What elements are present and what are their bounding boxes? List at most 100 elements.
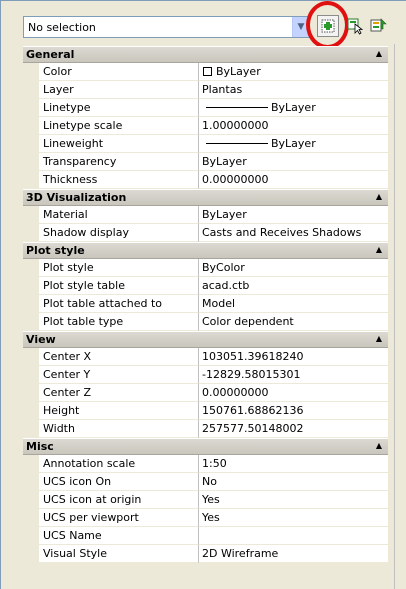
row-gutter bbox=[23, 313, 39, 331]
property-name: Layer bbox=[39, 81, 199, 99]
property-row[interactable]: Material ByLayer bbox=[23, 206, 388, 224]
property-value-text: Yes bbox=[202, 511, 220, 524]
property-value[interactable]: Plantas bbox=[199, 81, 388, 99]
property-value-text: ByLayer bbox=[202, 155, 247, 168]
property-value[interactable]: 1:50 bbox=[199, 455, 388, 473]
property-name: UCS Name bbox=[39, 527, 199, 545]
property-row[interactable]: Transparency ByLayer bbox=[23, 153, 388, 171]
row-gutter bbox=[23, 99, 39, 117]
section-header[interactable]: Misc ▲ bbox=[23, 438, 388, 455]
section-title: Plot style bbox=[26, 244, 85, 257]
property-row[interactable]: Plot style ByColor bbox=[23, 259, 388, 277]
property-value[interactable]: Casts and Receives Shadows bbox=[199, 224, 388, 242]
toggle-pickadd-button[interactable] bbox=[368, 15, 390, 37]
property-value-text: 103051.39618240 bbox=[202, 350, 304, 363]
property-name: Plot table attached to bbox=[39, 295, 199, 313]
row-gutter bbox=[23, 81, 39, 99]
property-value[interactable]: ByLayer bbox=[199, 99, 388, 117]
property-row[interactable]: UCS Name bbox=[23, 527, 388, 545]
property-value[interactable]: 0.00000000 bbox=[199, 384, 388, 402]
property-row[interactable]: Width 257577.50148002 bbox=[23, 420, 388, 438]
property-value-text: ByLayer bbox=[271, 137, 316, 150]
property-row[interactable]: UCS per viewport Yes bbox=[23, 509, 388, 527]
collapse-arrow-icon[interactable]: ▲ bbox=[376, 441, 382, 450]
section-general: General ▲ Color ByLayer Layer Plantas Linetype… bbox=[23, 46, 388, 189]
property-row[interactable]: Plot table attached to Model bbox=[23, 295, 388, 313]
property-value[interactable]: 0.00000000 bbox=[199, 171, 388, 189]
section-header[interactable]: General ▲ bbox=[23, 46, 388, 63]
property-row[interactable]: Linetype ByLayer bbox=[23, 99, 388, 117]
property-value[interactable]: Yes bbox=[199, 491, 388, 509]
property-row[interactable]: Linetype scale 1.00000000 bbox=[23, 117, 388, 135]
property-row[interactable]: Center Z 0.00000000 bbox=[23, 384, 388, 402]
collapse-arrow-icon[interactable]: ▲ bbox=[376, 192, 382, 201]
property-name: Center X bbox=[39, 348, 199, 366]
property-value-text: 1:50 bbox=[202, 457, 227, 470]
property-name: Thickness bbox=[39, 171, 199, 189]
property-value[interactable]: -12829.58015301 bbox=[199, 366, 388, 384]
section-3d-visualization: 3D Visualization ▲ Material ByLayer Shadow d… bbox=[23, 189, 388, 242]
property-value[interactable]: ByLayer bbox=[199, 153, 388, 171]
selection-dropdown[interactable]: No selection ▼ bbox=[23, 16, 310, 38]
row-gutter bbox=[23, 509, 39, 527]
property-name: Linetype bbox=[39, 99, 199, 117]
collapse-arrow-icon[interactable]: ▲ bbox=[376, 49, 382, 58]
property-row[interactable]: Height 150761.68862136 bbox=[23, 402, 388, 420]
property-value[interactable]: ByLayer bbox=[199, 135, 388, 153]
property-row[interactable]: Color ByLayer bbox=[23, 63, 388, 81]
property-name: Center Z bbox=[39, 384, 199, 402]
property-value[interactable]: 103051.39618240 bbox=[199, 348, 388, 366]
property-row[interactable]: Visual Style 2D Wireframe bbox=[23, 545, 388, 563]
collapse-arrow-icon[interactable]: ▲ bbox=[376, 245, 382, 254]
property-value[interactable]: 257577.50148002 bbox=[199, 420, 388, 438]
property-name: Width bbox=[39, 420, 199, 438]
row-gutter bbox=[23, 348, 39, 366]
collapse-arrow-icon[interactable]: ▲ bbox=[376, 334, 382, 343]
section-title: General bbox=[26, 48, 75, 61]
property-value[interactable]: ByLayer bbox=[199, 206, 388, 224]
selection-dropdown-value: No selection bbox=[28, 21, 96, 34]
property-value-text: acad.ctb bbox=[202, 279, 250, 292]
property-value[interactable]: ByLayer bbox=[199, 63, 388, 81]
line-sample-icon bbox=[206, 107, 268, 108]
row-gutter bbox=[23, 402, 39, 420]
property-value[interactable] bbox=[199, 527, 388, 545]
property-name: Transparency bbox=[39, 153, 199, 171]
property-row[interactable]: UCS icon at origin Yes bbox=[23, 491, 388, 509]
property-value[interactable]: Yes bbox=[199, 509, 388, 527]
property-row[interactable]: UCS icon On No bbox=[23, 473, 388, 491]
section-header[interactable]: Plot style ▲ bbox=[23, 242, 388, 259]
property-value-text: ByLayer bbox=[271, 101, 316, 114]
property-row[interactable]: Center X 103051.39618240 bbox=[23, 348, 388, 366]
property-row[interactable]: Center Y -12829.58015301 bbox=[23, 366, 388, 384]
row-gutter bbox=[23, 153, 39, 171]
property-value[interactable]: Model bbox=[199, 295, 388, 313]
property-value[interactable]: acad.ctb bbox=[199, 277, 388, 295]
property-value[interactable]: 150761.68862136 bbox=[199, 402, 388, 420]
property-row[interactable]: Annotation scale 1:50 bbox=[23, 455, 388, 473]
property-row[interactable]: Thickness 0.00000000 bbox=[23, 171, 388, 189]
property-value[interactable]: ByColor bbox=[199, 259, 388, 277]
property-row[interactable]: Plot table type Color dependent bbox=[23, 313, 388, 331]
row-gutter bbox=[23, 295, 39, 313]
property-row[interactable]: Lineweight ByLayer bbox=[23, 135, 388, 153]
property-value[interactable]: Color dependent bbox=[199, 313, 388, 331]
property-name: UCS icon On bbox=[39, 473, 199, 491]
row-gutter bbox=[23, 455, 39, 473]
property-name: Material bbox=[39, 206, 199, 224]
row-gutter bbox=[23, 171, 39, 189]
row-gutter bbox=[23, 135, 39, 153]
property-value-text: No bbox=[202, 475, 217, 488]
property-row[interactable]: Shadow display Casts and Receives Shadows bbox=[23, 224, 388, 242]
section-header[interactable]: View ▲ bbox=[23, 331, 388, 348]
palette-edge bbox=[394, 44, 395, 589]
property-value-text: 150761.68862136 bbox=[202, 404, 304, 417]
property-value[interactable]: 2D Wireframe bbox=[199, 545, 388, 563]
property-row[interactable]: Plot style table acad.ctb bbox=[23, 277, 388, 295]
property-value-text: ByColor bbox=[202, 261, 245, 274]
property-value[interactable]: No bbox=[199, 473, 388, 491]
section-header[interactable]: 3D Visualization ▲ bbox=[23, 189, 388, 206]
property-row[interactable]: Layer Plantas bbox=[23, 81, 388, 99]
property-value[interactable]: 1.00000000 bbox=[199, 117, 388, 135]
select-objects-button[interactable] bbox=[345, 15, 367, 37]
